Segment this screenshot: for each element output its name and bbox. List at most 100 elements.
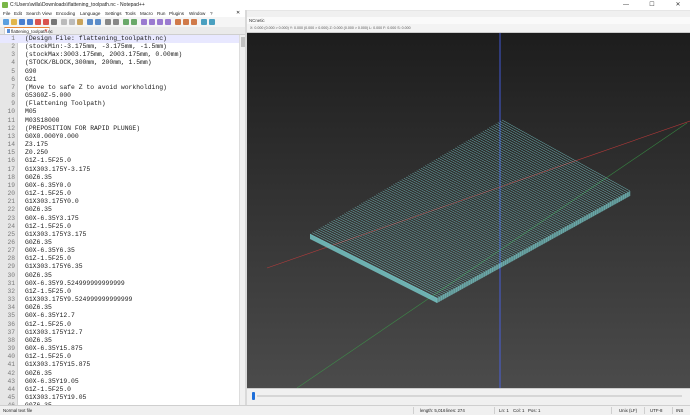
code-line[interactable]: 14 Z3.175 xyxy=(0,141,245,149)
save-icon[interactable] xyxy=(19,19,25,25)
save-all-icon[interactable] xyxy=(27,19,33,25)
play-macro-icon[interactable] xyxy=(191,19,197,25)
code-line[interactable]: 33 G1X303.175Y9.524999999999999 xyxy=(0,296,245,304)
status-eol[interactable]: Unix (LF) xyxy=(619,408,637,413)
menu-search[interactable]: Search xyxy=(26,11,41,16)
code-line[interactable]: 2 (stockMin:-3.175mm, -3.175mm, -1.5mm) xyxy=(0,43,245,51)
open-file-icon[interactable] xyxy=(11,19,17,25)
code-editor[interactable]: 1 (Design File: flattening_toolpath.nc) 2 (… xyxy=(0,35,245,405)
menu-edit[interactable]: Edit xyxy=(14,11,22,16)
maximize-button[interactable]: ☐ xyxy=(643,0,661,10)
code-line[interactable]: 21 G1X303.175Y0.0 xyxy=(0,198,245,206)
menu-help[interactable]: ? xyxy=(210,11,213,16)
paste-icon[interactable] xyxy=(77,19,83,25)
cut-icon[interactable] xyxy=(61,19,67,25)
word-wrap-icon[interactable] xyxy=(149,19,155,25)
find-icon[interactable] xyxy=(105,19,111,25)
zoom-out-icon[interactable] xyxy=(131,19,137,25)
code-line[interactable]: 8 G53G0Z-5.000 xyxy=(0,92,245,100)
code-line[interactable]: 3 (stockMax:3003.175mm, 2003.175mm, 0.00m… xyxy=(0,51,245,59)
ncnetic-plugin-icon[interactable] xyxy=(201,19,207,25)
close-icon[interactable] xyxy=(35,19,41,25)
code-line[interactable]: 12 (PREPOSITION FOR RAPID PLUNGE) xyxy=(0,125,245,133)
record-macro-icon[interactable] xyxy=(175,19,181,25)
sync-scroll-icon[interactable] xyxy=(141,19,147,25)
menu-settings[interactable]: Settings xyxy=(105,11,122,16)
plugin-icon[interactable] xyxy=(209,19,215,25)
zoom-in-icon[interactable] xyxy=(123,19,129,25)
menu-plugins[interactable]: Plugins xyxy=(169,11,184,16)
show-all-chars-icon[interactable] xyxy=(157,19,163,25)
replace-icon[interactable] xyxy=(113,19,119,25)
menu-macro[interactable]: Macro xyxy=(140,11,153,16)
tab-close-icon[interactable]: ✕ xyxy=(44,28,48,34)
toolpath-pass xyxy=(339,216,468,282)
menu-run[interactable]: Run xyxy=(157,11,165,16)
code-line[interactable]: 24 G1Z-1.5F25.0 xyxy=(0,223,245,231)
toolpath-scene xyxy=(266,33,690,388)
code-line[interactable]: 35 G0X-6.35Y12.7 xyxy=(0,312,245,320)
code-line[interactable]: 5 G90 xyxy=(0,68,245,76)
code-line[interactable]: 13 G0X0.000Y0.000 xyxy=(0,133,245,141)
code-line[interactable]: 23 G0X-6.35Y3.175 xyxy=(0,215,245,223)
code-line[interactable]: 7 (Move to safe Z to avoid workholding) xyxy=(0,84,245,92)
code-line[interactable]: 31 G0X-6.35Y9.524999999999999 xyxy=(0,280,245,288)
menu-view[interactable]: View xyxy=(42,11,52,16)
code-line[interactable]: 27 G0X-6.35Y6.35 xyxy=(0,247,245,255)
code-line[interactable]: 6 G21 xyxy=(0,76,245,84)
code-line[interactable]: 37 G1X303.175Y12.7 xyxy=(0,329,245,337)
code-line[interactable]: 25 G1X303.175Y3.175 xyxy=(0,231,245,239)
code-line[interactable]: 15 Z0.250 xyxy=(0,149,245,157)
menu-window[interactable]: Window xyxy=(189,11,205,16)
menu-file[interactable]: File xyxy=(3,11,10,16)
code-line[interactable]: 30 G0Z6.35 xyxy=(0,272,245,280)
code-line[interactable]: 32 G1Z-1.5F25.0 xyxy=(0,288,245,296)
code-line[interactable]: 44 G1Z-1.5F25.0 xyxy=(0,386,245,394)
toolpath-3d-view[interactable] xyxy=(247,33,690,388)
code-line[interactable]: 36 G1Z-1.5F25.0 xyxy=(0,321,245,329)
code-line[interactable]: 18 G0Z6.35 xyxy=(0,174,245,182)
code-line[interactable]: 22 G0Z6.35 xyxy=(0,206,245,214)
new-file-icon[interactable] xyxy=(3,19,9,25)
code-line[interactable]: 28 G1Z-1.5F25.0 xyxy=(0,255,245,263)
viewer-timeline xyxy=(247,388,690,406)
status-insert-mode[interactable]: INS xyxy=(676,408,683,413)
menu-encoding[interactable]: Encoding xyxy=(56,11,75,16)
close-window-button[interactable]: ✕ xyxy=(669,0,687,10)
code-line[interactable]: 41 G1X303.175Y15.875 xyxy=(0,361,245,369)
code-line[interactable]: 4 (STOCK/BLOCK,300mm, 200mm, 1.5mm) xyxy=(0,59,245,67)
code-line[interactable]: 26 G0Z6.35 xyxy=(0,239,245,247)
code-line[interactable]: 16 G1Z-1.5F25.0 xyxy=(0,157,245,165)
code-line[interactable]: 1 (Design File: flattening_toolpath.nc) xyxy=(0,35,245,44)
undo-icon[interactable] xyxy=(87,19,93,25)
redo-icon[interactable] xyxy=(95,19,101,25)
code-line[interactable]: 34 G0Z6.35 xyxy=(0,304,245,312)
code-line[interactable]: 11 M03S18000 xyxy=(0,117,245,125)
code-line[interactable]: 19 G0X-6.35Y0.0 xyxy=(0,182,245,190)
copy-icon[interactable] xyxy=(69,19,75,25)
close-document-icon[interactable]: ✕ xyxy=(236,10,240,16)
code-line[interactable]: 39 G0X-6.35Y15.875 xyxy=(0,345,245,353)
close-all-icon[interactable] xyxy=(43,19,49,25)
timeline-slider-track[interactable] xyxy=(257,395,682,397)
toolpath-pass xyxy=(491,126,620,198)
code-line[interactable]: 29 G1X303.175Y6.35 xyxy=(0,263,245,271)
timeline-slider-handle[interactable] xyxy=(252,392,255,400)
indent-guide-icon[interactable] xyxy=(165,19,171,25)
code-line[interactable]: 10 M05 xyxy=(0,108,245,116)
code-line[interactable]: 9 (Flattening Toolpath) xyxy=(0,100,245,108)
stop-macro-icon[interactable] xyxy=(183,19,189,25)
code-line[interactable]: 38 G0Z6.35 xyxy=(0,337,245,345)
status-encoding[interactable]: UTF-8 xyxy=(650,408,662,413)
menu-language[interactable]: Language xyxy=(80,11,100,16)
tab-flattening-toolpath[interactable]: flattening_toolpath.nc ✕ xyxy=(4,27,53,34)
code-line[interactable]: 42 G0Z6.35 xyxy=(0,370,245,378)
code-line[interactable]: 40 G1Z-1.5F25.0 xyxy=(0,353,245,361)
code-line[interactable]: 20 G1Z-1.5F25.0 xyxy=(0,190,245,198)
code-line[interactable]: 17 G1X303.175Y-3.175 xyxy=(0,166,245,174)
menu-tools[interactable]: Tools xyxy=(125,11,136,16)
minimize-button[interactable]: — xyxy=(617,0,635,10)
code-line[interactable]: 43 G0X-6.35Y19.05 xyxy=(0,378,245,386)
print-icon[interactable] xyxy=(51,19,57,25)
code-line[interactable]: 45 G1X303.175Y19.05 xyxy=(0,394,245,402)
